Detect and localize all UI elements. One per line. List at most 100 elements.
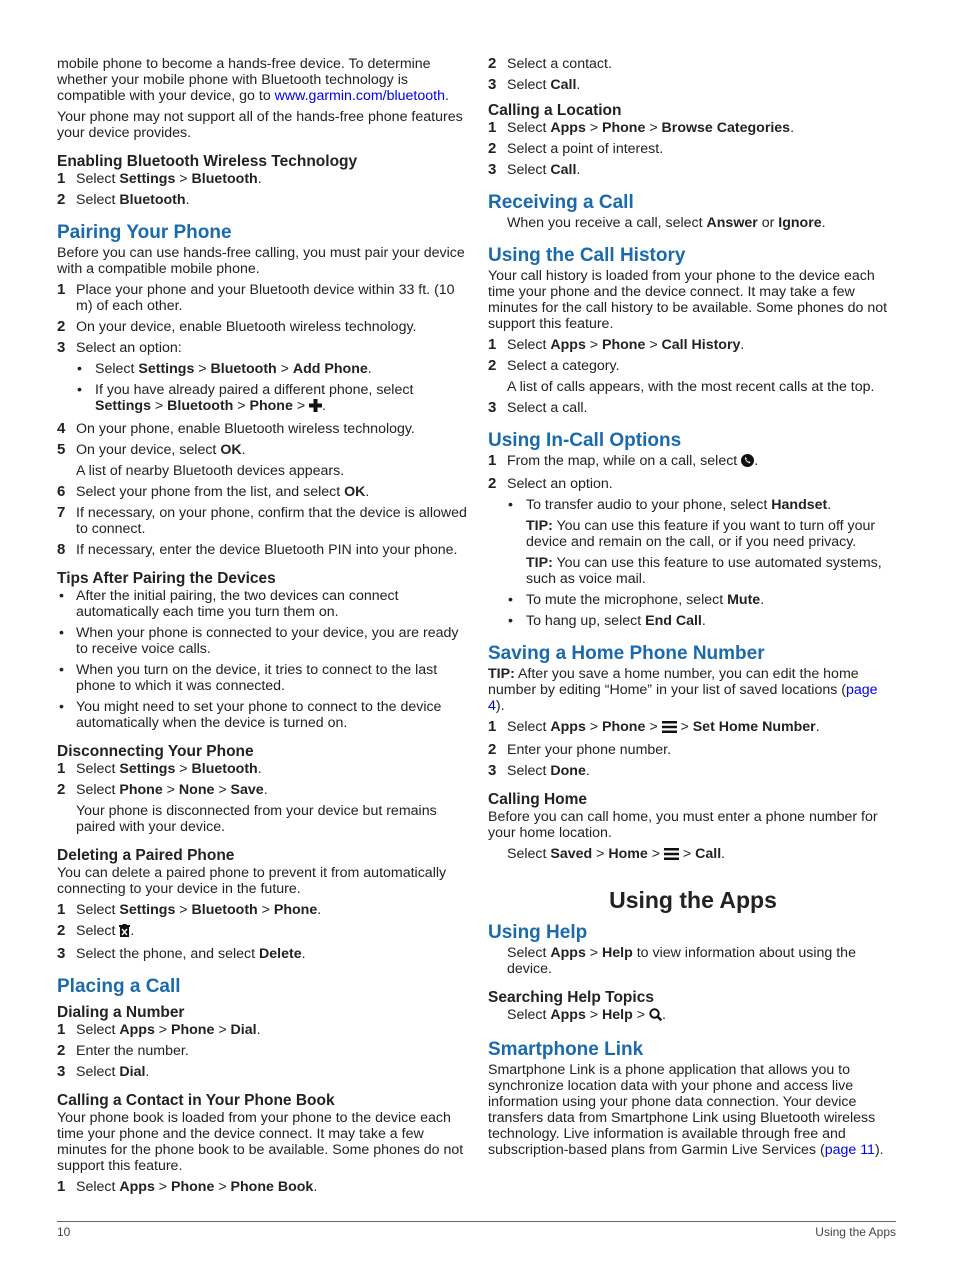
disconnecting-heading: Disconnecting Your Phone — [57, 743, 254, 760]
step: 1 Select Apps > Phone > Browse Categories… — [488, 120, 898, 137]
step-number: 1 — [57, 760, 66, 777]
step-number: 3 — [488, 762, 497, 779]
step: 3 Select an option: — [57, 340, 467, 357]
text: To hang up, select — [526, 613, 646, 629]
text: From the map, while on a call, select — [507, 453, 742, 469]
bullet-dot: • — [508, 613, 513, 629]
using-help-text: Select Apps > Help to view information a… — [488, 945, 898, 977]
menu-icon — [661, 721, 677, 737]
step: 3 Select Call. — [488, 76, 898, 94]
text: To transfer audio to your phone, select — [526, 497, 772, 513]
footer-section-title: Using the Apps — [815, 1225, 896, 1239]
text: Select — [507, 1007, 551, 1023]
home-phone-heading: Saving a Home Phone Number — [488, 643, 765, 664]
trash-icon — [119, 924, 131, 941]
text: Select — [507, 120, 551, 136]
text: Select — [76, 782, 120, 798]
text: Place your phone and your Bluetooth devi… — [76, 282, 455, 314]
in-call-options-heading: Using In-Call Options — [488, 430, 682, 451]
bullet-item: • After the initial pairing, the two devi… — [57, 588, 467, 620]
text: If necessary, enter the device Bluetooth… — [76, 542, 458, 558]
ui-term: None — [178, 782, 215, 798]
footer-divider — [57, 1221, 896, 1222]
garmin-bluetooth-link[interactable]: www.garmin.com/bluetooth — [275, 88, 445, 104]
searching-help-heading: Searching Help Topics — [488, 989, 654, 1006]
page-11-link[interactable]: page 11 — [825, 1142, 875, 1158]
step: 5 On your device, select OK. — [57, 441, 467, 459]
deleting-intro: You can delete a paired phone to prevent… — [57, 865, 447, 897]
separator: > — [194, 361, 211, 377]
bullet-dot: • — [508, 497, 513, 513]
ui-term: Phone — [171, 1022, 215, 1038]
step: 2 Select an option. — [488, 475, 898, 493]
separator: > — [150, 398, 168, 414]
text: Enter your phone number. — [507, 742, 672, 758]
text: Enter the number. — [76, 1043, 189, 1059]
search-icon — [649, 1008, 663, 1025]
punct: . — [365, 484, 370, 500]
step-number: 2 — [488, 475, 497, 492]
ui-term: Bluetooth — [119, 192, 186, 208]
bullet-item: • Select Settings > Bluetooth > Add Phone… — [57, 361, 467, 377]
phone-book-heading: Calling a Contact in Your Phone Book — [57, 1092, 335, 1109]
receiving-text: When you receive a call, select Answer o… — [488, 215, 898, 231]
separator: > — [214, 1022, 231, 1038]
text: Select an option. — [507, 476, 613, 492]
step-number: 7 — [57, 504, 66, 521]
separator: > — [233, 398, 250, 414]
text: Select a category. — [507, 358, 620, 374]
pairing-phone-heading: Pairing Your Phone — [57, 222, 232, 243]
bullet-item: • If you have already paired a different … — [57, 382, 467, 416]
separator: > — [645, 337, 662, 353]
separator: > — [645, 120, 662, 136]
bullet-item: • When you turn on the device, it tries t… — [57, 662, 467, 694]
using-help-heading: Using Help — [488, 922, 588, 943]
step: 1 Select Settings > Bluetooth > Phone. — [57, 902, 467, 919]
step: 3 Select Dial. — [57, 1064, 467, 1081]
separator: > — [676, 719, 693, 735]
text: Select — [76, 923, 120, 939]
intro-paragraph: mobile phone to become a hands-free devi… — [57, 56, 467, 104]
step: 3 Select a call. — [488, 399, 898, 417]
ui-term: Mute — [727, 592, 761, 608]
text: On your device, enable Bluetooth wireles… — [76, 319, 417, 335]
step-number: 2 — [488, 741, 497, 758]
text: Select — [76, 1064, 120, 1080]
text: Select — [507, 162, 551, 178]
step-number: 6 — [57, 483, 66, 500]
text: Select — [76, 1022, 120, 1038]
ui-term: Set Home Number — [692, 719, 816, 735]
step-number: 3 — [488, 76, 497, 93]
step-number: 2 — [488, 55, 497, 72]
punct: . — [313, 1179, 318, 1195]
step: 1 Select Apps > Phone > Dial. — [57, 1022, 467, 1039]
ui-term: Delete — [259, 946, 302, 962]
text: Select — [507, 763, 551, 779]
ui-term: Home — [608, 846, 648, 862]
ui-term: Answer — [706, 215, 758, 231]
punct: . — [576, 162, 581, 178]
punct: . — [740, 337, 745, 353]
support-paragraph: Your phone may not support all of the ha… — [57, 109, 463, 141]
step-number: 5 — [57, 441, 66, 458]
bullet-item: • To mute the microphone, select Mute. — [488, 592, 898, 608]
text: Select — [76, 192, 120, 208]
text: or — [757, 215, 779, 231]
text: Select your phone from the list, and sel… — [76, 484, 345, 500]
bullet-item: • To hang up, select End Call. — [488, 613, 898, 629]
punct: . — [185, 192, 190, 208]
ui-term: OK — [344, 484, 366, 500]
step-number: 2 — [488, 140, 497, 157]
separator: > — [257, 902, 274, 918]
step: 2 Select Bluetooth. — [57, 192, 467, 209]
ui-term: Apps — [550, 719, 586, 735]
punct: . — [815, 719, 820, 735]
punct: . — [754, 453, 759, 469]
step-number: 2 — [57, 922, 66, 939]
step: 1 Select Settings > Bluetooth. — [57, 760, 467, 778]
separator: > — [276, 361, 293, 377]
text: When your phone is connected to your dev… — [76, 625, 459, 657]
step-number: 3 — [488, 399, 497, 416]
ui-term: Phone — [273, 902, 318, 918]
ui-term: Bluetooth — [167, 398, 234, 414]
